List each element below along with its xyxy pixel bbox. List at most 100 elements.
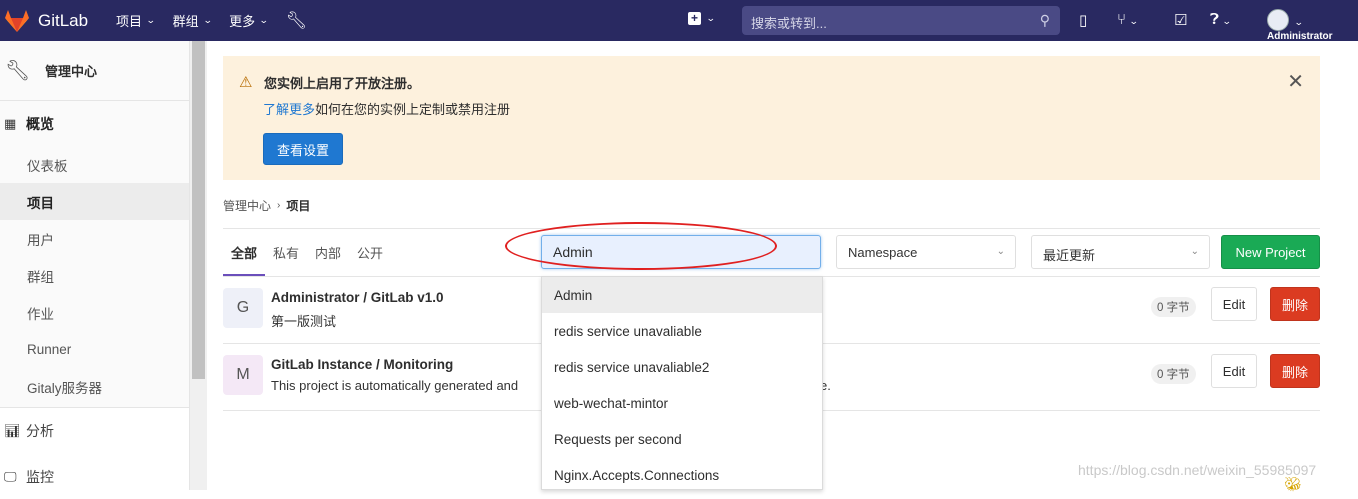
breadcrumb: 管理中心 › 项目 <box>223 197 310 214</box>
sidebar-title: 管理中心 <box>45 64 98 79</box>
chevron-down-icon: ⌄ <box>996 246 1005 257</box>
alert-text: 如何在您的实例上定制或禁用注册 <box>315 102 511 117</box>
tab-public[interactable]: 公开 <box>349 229 391 276</box>
admin-wrench-icon[interactable]: 🔧︎ <box>286 11 308 31</box>
project-avatar[interactable]: G <box>223 288 263 328</box>
chevron-down-icon: ⌄ <box>202 15 213 25</box>
merge-requests-icon[interactable]: ⑂ ⌄ <box>1117 11 1139 28</box>
sidebar-scrollbar-thumb[interactable] <box>192 41 205 379</box>
chevron-down-icon: ⌄ <box>145 15 156 25</box>
sidebar-item-label: Runner <box>27 342 72 357</box>
monitor-icon: 🖵︎ <box>4 468 17 484</box>
chevron-down-icon: ⌄ <box>705 13 716 23</box>
gitlab-tanuki-icon <box>5 9 29 32</box>
top-navbar: GitLab 项目 ⌄ 群组 ⌄ 更多 ⌄ 🔧︎ + ⌄ 搜索或转到... ⚲ ▯ ⑂… <box>0 0 1358 42</box>
delete-button[interactable]: 删除 <box>1270 354 1320 388</box>
menu-more-label: 更多 <box>229 14 256 29</box>
alert-text-line: 了解更多如何在您的实例上定制或禁用注册 <box>263 99 510 118</box>
alert-title: 您实例上启用了开放注册。 <box>264 76 421 91</box>
namespace-select-label: Namespace <box>848 245 918 260</box>
chevron-right-icon: › <box>277 200 281 211</box>
sidebar-item-label: 群组 <box>27 269 54 285</box>
autocomplete-item[interactable]: Requests per second <box>542 421 822 457</box>
wrench-icon: 🔧︎ <box>5 60 31 82</box>
sidebar-item-label: Gitaly服务器 <box>27 380 103 396</box>
chart-icon: 📊︎ <box>4 423 21 438</box>
chevron-down-icon[interactable]: ⌄ <box>1294 12 1304 29</box>
bee-icon: 🐝︎ <box>1284 476 1302 492</box>
sidebar-item-label: 概览 <box>26 116 54 132</box>
sort-select-label: 最近更新 <box>1043 248 1096 263</box>
sidebar-item-runner[interactable]: Runner <box>0 331 189 368</box>
chevron-down-icon: ⌄ <box>1190 246 1199 257</box>
avatar[interactable] <box>1267 9 1289 31</box>
plus-square-icon: + <box>688 12 701 25</box>
menu-more[interactable]: 更多 ⌄ <box>229 11 269 30</box>
sidebar-item-projects[interactable]: 项目 <box>0 183 189 220</box>
menu-groups-label: 群组 <box>172 14 199 29</box>
autocomplete-item[interactable]: Admin <box>542 277 822 313</box>
todos-icon[interactable]: ☑ <box>1174 11 1187 29</box>
help-icon[interactable]: ❓︎ ⌄ <box>1210 11 1232 28</box>
autocomplete-item[interactable]: redis service unavaliable2 <box>542 349 822 385</box>
project-description: 第一版测试 <box>271 314 337 329</box>
sidebar-item-users[interactable]: 用户 <box>0 220 189 257</box>
sidebar-item-jobs[interactable]: 作业 <box>0 294 189 331</box>
sidebar-item-label: 项目 <box>27 195 54 211</box>
new-project-button[interactable]: New Project <box>1221 235 1320 269</box>
autocomplete-item[interactable]: Nginx.Accepts.Connections <box>542 457 822 489</box>
autocomplete-item[interactable]: redis service unavaliable <box>542 313 822 349</box>
project-name-link[interactable]: GitLab Instance / Monitoring <box>271 357 453 372</box>
menu-projects[interactable]: 项目 ⌄ <box>116 11 156 30</box>
app-name: GitLab <box>38 10 89 30</box>
close-icon[interactable]: ✕ <box>1287 69 1304 94</box>
sidebar-item-analytics[interactable]: 📊︎ 分析 <box>0 407 189 454</box>
sidebar: 🔧︎ 管理中心 ▦ 概览 仪表板 项目 用户 群组 作业 Runner Gita… <box>0 41 190 499</box>
edit-button[interactable]: Edit <box>1211 287 1257 321</box>
menu-projects-label: 项目 <box>116 14 143 29</box>
tab-private[interactable]: 私有 <box>265 229 307 276</box>
registration-alert: ⚠ 您实例上启用了开放注册。 了解更多如何在您的实例上定制或禁用注册 查看设置 … <box>223 56 1320 180</box>
tab-all[interactable]: 全部 <box>223 229 266 276</box>
autocomplete-item[interactable]: web-wechat-mintor <box>542 385 822 421</box>
user-name: Administrator <box>1267 31 1333 42</box>
edit-button[interactable]: Edit <box>1211 354 1257 388</box>
project-description: This project is automatically generated … <box>271 378 519 393</box>
search-icon: ⚲ <box>1039 12 1050 28</box>
sidebar-item-label: 仪表板 <box>27 158 68 174</box>
sidebar-item-monitoring[interactable]: 🖵︎ 监控 <box>0 454 189 499</box>
watermark: https://blog.csdn.net/weixin_55985097 <box>1078 462 1317 478</box>
sidebar-item-label: 分析 <box>26 423 54 439</box>
namespace-select[interactable]: Namespace ⌄ <box>836 235 1016 269</box>
tab-internal[interactable]: 内部 <box>307 229 349 276</box>
autocomplete-dropdown: Admin redis service unavaliable redis se… <box>541 276 823 490</box>
view-settings-button[interactable]: 查看设置 <box>263 133 343 165</box>
project-avatar[interactable]: M <box>223 355 263 395</box>
sidebar-item-label: 用户 <box>27 232 54 248</box>
search-placeholder: 搜索或转到... <box>751 16 827 31</box>
learn-more-link[interactable]: 了解更多 <box>263 102 315 117</box>
delete-button[interactable]: 删除 <box>1270 287 1320 321</box>
menu-groups[interactable]: 群组 ⌄ <box>172 11 213 30</box>
storage-size-badge: 0 字节 <box>1151 297 1196 317</box>
warning-icon: ⚠ <box>239 74 253 91</box>
sidebar-item-overview[interactable]: ▦ 概览 <box>0 102 189 146</box>
visibility-tabs: 全部 私有 内部 公开 <box>223 229 391 276</box>
chevron-down-icon: ⌄ <box>259 15 269 25</box>
sidebar-item-label: 作业 <box>27 306 54 322</box>
new-dropdown-button[interactable]: + ⌄ <box>688 12 716 25</box>
breadcrumb-admin[interactable]: 管理中心 <box>223 197 271 214</box>
sidebar-item-gitaly[interactable]: Gitaly服务器 <box>0 368 189 405</box>
storage-size-badge: 0 字节 <box>1151 364 1196 384</box>
sidebar-item-groups[interactable]: 群组 <box>0 257 189 294</box>
sort-select[interactable]: 最近更新 ⌄ <box>1031 235 1210 269</box>
project-name-link[interactable]: Administrator / GitLab v1.0 <box>271 290 444 305</box>
sidebar-header[interactable]: 🔧︎ 管理中心 <box>0 41 189 101</box>
sidebar-item-label: 监控 <box>26 468 54 485</box>
issues-icon[interactable]: ▯ <box>1079 11 1087 29</box>
breadcrumb-current: 项目 <box>286 199 311 213</box>
search-input[interactable]: 搜索或转到... ⚲ <box>742 6 1060 35</box>
gitlab-logo-link[interactable]: GitLab <box>4 9 106 33</box>
annotation-ellipse <box>505 222 777 270</box>
sidebar-item-dashboard[interactable]: 仪表板 <box>0 146 189 183</box>
